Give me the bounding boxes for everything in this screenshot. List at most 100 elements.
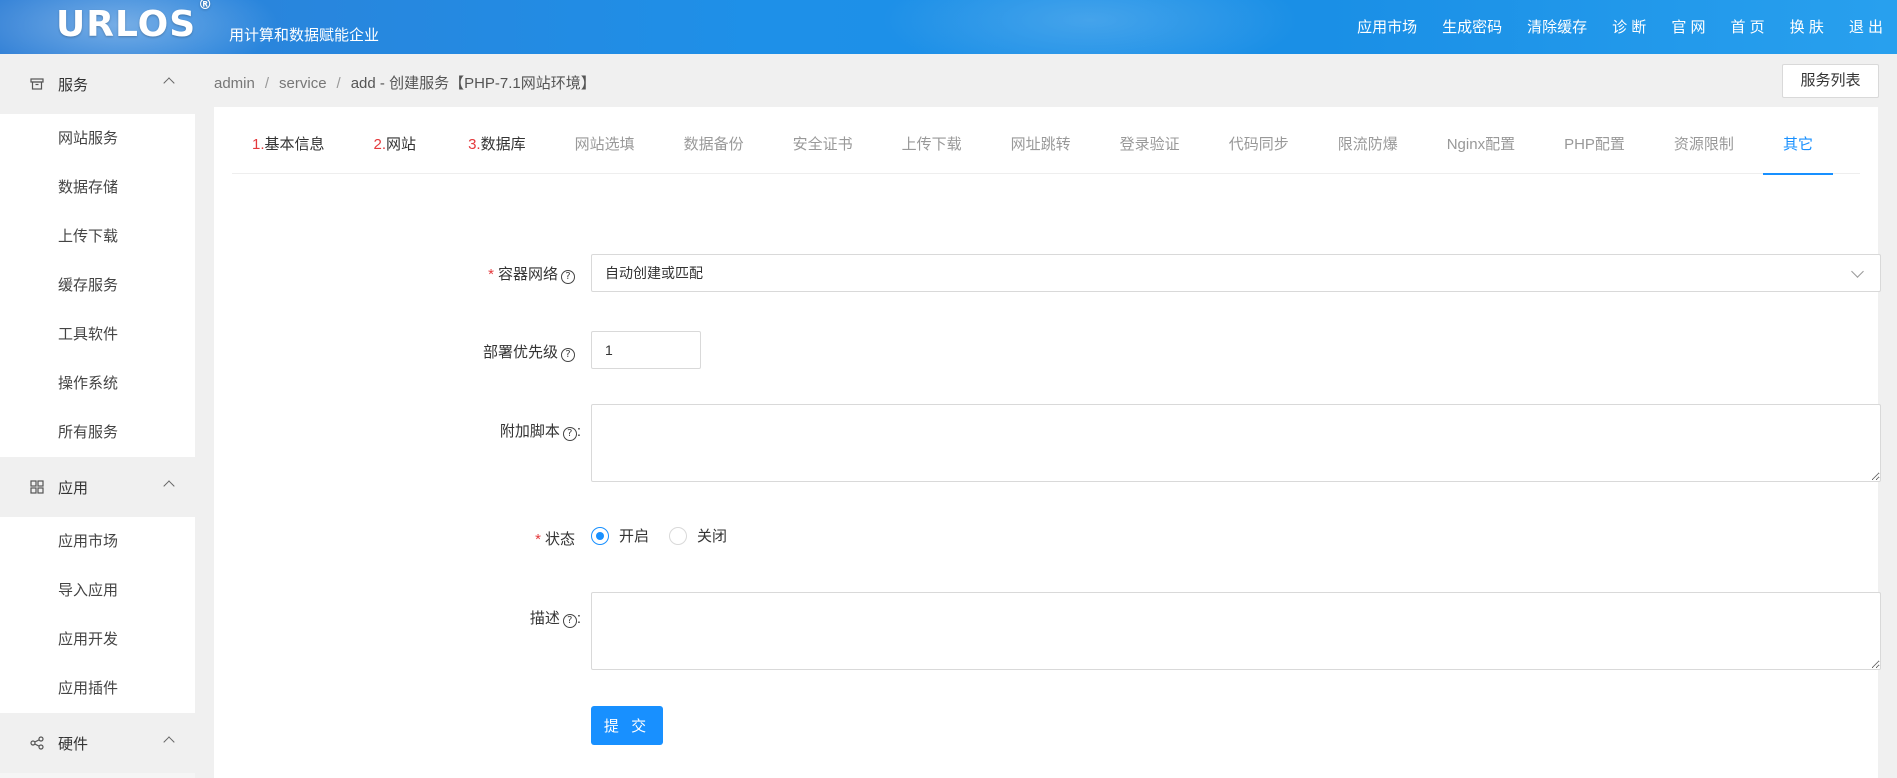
- tab-resource-limit[interactable]: 资源限制: [1654, 107, 1754, 174]
- tab-php-config[interactable]: PHP配置: [1544, 107, 1645, 174]
- radio-circle: [591, 526, 609, 545]
- top-nav: 应用市场 生成密码 清除缓存 诊 断 官 网 首 页 换 肤 退 出: [1332, 16, 1883, 37]
- sidebar-group-label: 应用: [58, 479, 89, 497]
- tab-url-redirect[interactable]: 网址跳转: [991, 107, 1091, 174]
- chevron-up-icon: [163, 736, 175, 748]
- sidebar-item-import-app[interactable]: 导入应用: [0, 566, 195, 615]
- network-select[interactable]: 自动创建或匹配: [591, 254, 1881, 292]
- top-header: URLOS ® 用计算和数据赋能企业 应用市场 生成密码 清除缓存 诊 断 官 网…: [0, 0, 1897, 54]
- tab-database[interactable]: 3.数据库: [448, 107, 546, 174]
- nav-logout[interactable]: 退 出: [1849, 16, 1883, 37]
- tab-label: 数据库: [480, 136, 526, 153]
- logo-text: URLOS: [56, 4, 197, 45]
- tab-number: 2.: [373, 136, 387, 153]
- tab-website-optional[interactable]: 网站选填: [555, 107, 655, 174]
- nav-app-market[interactable]: 应用市场: [1357, 16, 1417, 37]
- label-colon: :: [576, 610, 581, 627]
- sidebar-item-all-services[interactable]: 所有服务: [0, 408, 195, 457]
- sidebar-item-app-market[interactable]: 应用市场: [0, 517, 195, 566]
- sidebar-group-app-items: 应用市场 导入应用 应用开发 应用插件: [0, 517, 195, 713]
- status-label: * 状态: [375, 528, 575, 549]
- box-icon: [30, 78, 44, 90]
- script-textarea[interactable]: [591, 404, 1881, 482]
- nav-change-skin[interactable]: 换 肤: [1790, 16, 1824, 37]
- sidebar-group-hardware[interactable]: 硬件: [0, 713, 195, 773]
- radio-circle: [669, 526, 688, 545]
- help-icon[interactable]: ?: [561, 348, 575, 362]
- sidebar-group-service-items: 网站服务 数据存储 上传下载 缓存服务 工具软件 操作系统 所有服务: [0, 114, 195, 457]
- tab-number: 3.: [468, 136, 481, 153]
- radio-label: 关闭: [697, 528, 728, 545]
- breadcrumb-admin[interactable]: admin: [214, 75, 255, 92]
- registered-mark: ®: [198, 0, 214, 13]
- tab-ssl-certificate[interactable]: 安全证书: [773, 107, 873, 174]
- help-icon[interactable]: ?: [561, 270, 575, 284]
- required-mark: *: [535, 531, 541, 548]
- tab-basic-info[interactable]: 1.基本信息: [232, 107, 345, 174]
- share-icon: [30, 736, 44, 750]
- tab-rate-limit[interactable]: 限流防爆: [1318, 107, 1418, 174]
- radio-label: 开启: [619, 528, 650, 545]
- sidebar-item-app-development[interactable]: 应用开发: [0, 615, 195, 664]
- nav-official-site[interactable]: 官 网: [1671, 16, 1705, 37]
- sidebar-item-website-service[interactable]: 网站服务: [0, 114, 195, 163]
- tab-login-auth[interactable]: 登录验证: [1100, 107, 1200, 174]
- form-card: 1.基本信息 2.网站 3.数据库 网站选填 数据备份 安全证书 上传下载 网址…: [214, 107, 1881, 778]
- priority-input[interactable]: [591, 331, 701, 369]
- sidebar-item-operating-system[interactable]: 操作系统: [0, 359, 195, 408]
- tab-website[interactable]: 2.网站: [354, 107, 437, 174]
- submit-button[interactable]: 提 交: [591, 706, 663, 745]
- network-label: * 容器网络?: [375, 263, 575, 284]
- status-off-radio[interactable]: 关闭: [669, 525, 727, 546]
- priority-label: 部署优先级?: [375, 341, 575, 362]
- script-label: 附加脚本?:: [381, 420, 581, 441]
- status-on-radio[interactable]: 开启: [591, 525, 649, 546]
- sidebar-group-label: 服务: [58, 76, 89, 94]
- slogan: 用计算和数据赋能企业: [229, 27, 380, 44]
- status-radio-group: 开启 关闭: [591, 525, 747, 546]
- sidebar-item-app-plugins[interactable]: 应用插件: [0, 664, 195, 713]
- chevron-up-icon: [163, 77, 175, 89]
- nav-clear-cache[interactable]: 清除缓存: [1527, 16, 1587, 37]
- breadcrumb: admin / service / add - 创建服务【PHP-7.1网站环境】: [214, 72, 596, 93]
- tab-upload-download[interactable]: 上传下载: [882, 107, 982, 174]
- desc-textarea[interactable]: [591, 592, 1881, 670]
- nav-generate-password[interactable]: 生成密码: [1442, 16, 1502, 37]
- sidebar-group-app[interactable]: 应用: [0, 457, 195, 517]
- status-label-text: 状态: [544, 531, 575, 548]
- priority-label-text: 部署优先级: [482, 344, 558, 361]
- tab-code-sync[interactable]: 代码同步: [1209, 107, 1309, 174]
- breadcrumb-separator: /: [264, 75, 270, 92]
- sidebar-item-data-storage[interactable]: 数据存储: [0, 163, 195, 212]
- help-icon[interactable]: ?: [562, 614, 577, 628]
- required-mark: *: [488, 266, 494, 283]
- logo[interactable]: URLOS ®: [56, 0, 213, 45]
- network-select-value: 自动创建或匹配: [605, 265, 703, 281]
- main-content: admin / service / add - 创建服务【PHP-7.1网站环境】 服务…: [195, 54, 1897, 778]
- tab-label: 网站: [386, 136, 417, 153]
- breadcrumb-current: add - 创建服务【PHP-7.1网站环境】: [350, 75, 596, 92]
- network-label-text: 容器网络: [497, 266, 558, 283]
- label-colon: :: [576, 423, 581, 440]
- sidebar-item-upload-download[interactable]: 上传下载: [0, 212, 195, 261]
- service-list-button[interactable]: 服务列表: [1782, 64, 1879, 98]
- sidebar-group-service[interactable]: 服务: [0, 54, 195, 114]
- sidebar-group-label: 硬件: [58, 735, 89, 753]
- tab-other[interactable]: 其它: [1762, 107, 1833, 175]
- tab-label: 基本信息: [264, 136, 325, 153]
- sidebar-item-cache-service[interactable]: 缓存服务: [0, 261, 195, 310]
- sidebar: 服务 网站服务 数据存储 上传下载 缓存服务 工具软件 操作系统 所有服务 应用…: [0, 54, 195, 778]
- help-icon[interactable]: ?: [562, 427, 577, 441]
- tab-data-backup[interactable]: 数据备份: [664, 107, 764, 174]
- chevron-up-icon: [163, 480, 175, 492]
- tab-nginx-config[interactable]: Nginx配置: [1427, 107, 1535, 174]
- script-label-text: 附加脚本: [499, 423, 560, 440]
- nav-diagnose[interactable]: 诊 断: [1612, 16, 1646, 37]
- desc-label: 描述?:: [381, 607, 581, 628]
- sidebar-item-tool-software[interactable]: 工具软件: [0, 310, 195, 359]
- nav-home[interactable]: 首 页: [1730, 16, 1764, 37]
- grid-icon: [30, 480, 44, 494]
- desc-label-text: 描述: [529, 610, 560, 627]
- chevron-down-icon: [1851, 265, 1864, 278]
- breadcrumb-service[interactable]: service: [279, 75, 327, 92]
